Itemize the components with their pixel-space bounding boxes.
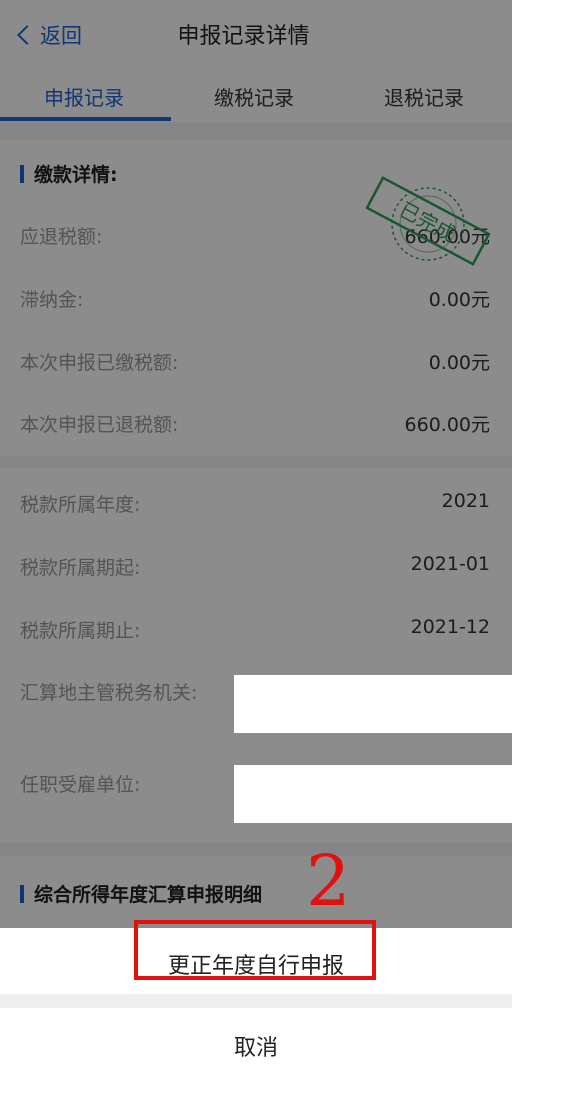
- highlight-box-annotation: [134, 920, 376, 980]
- step-number-annotation: 2: [306, 840, 351, 922]
- redacted-employer: [234, 765, 512, 823]
- cancel-button[interactable]: 取消: [0, 1030, 512, 1062]
- redacted-tax-authority: [234, 675, 512, 733]
- sheet-separator: [0, 994, 512, 1008]
